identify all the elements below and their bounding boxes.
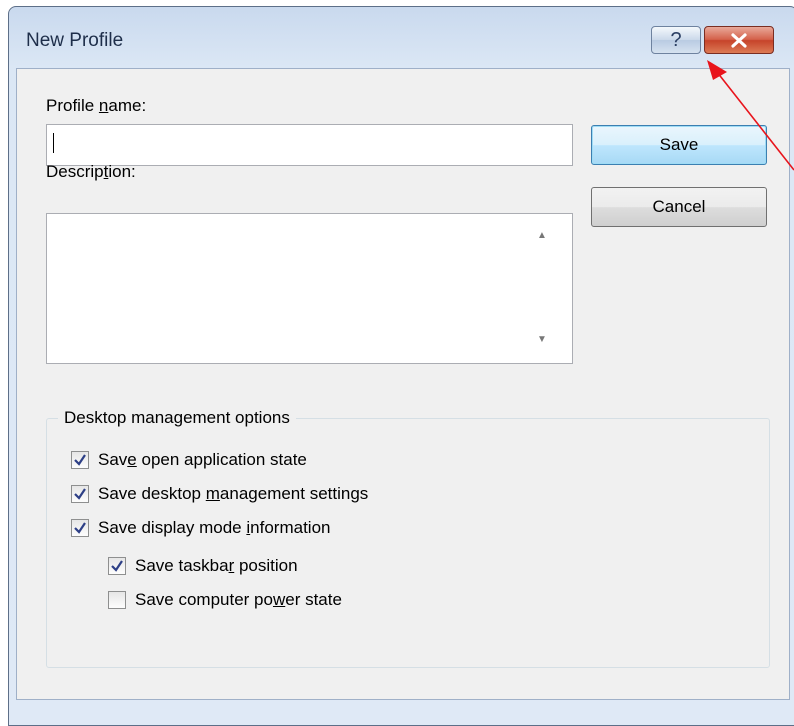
annotation-arrow [707,60,794,171]
